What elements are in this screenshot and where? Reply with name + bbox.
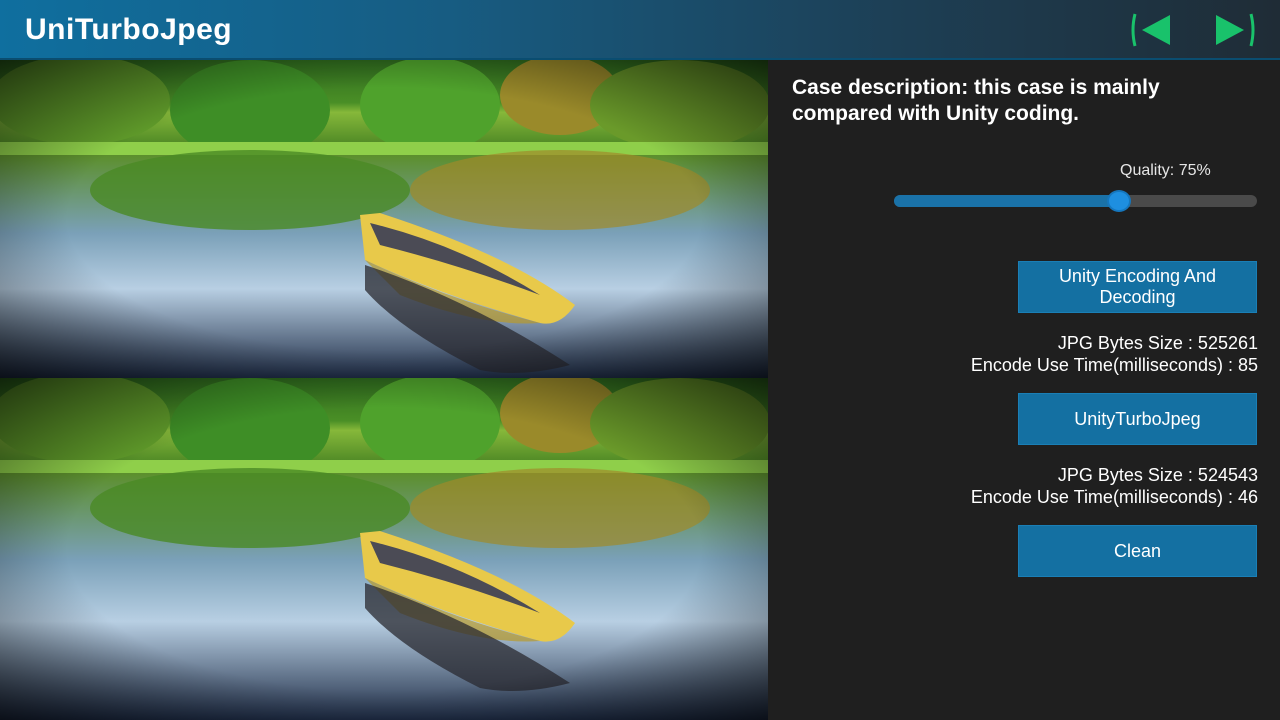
- unity-encode-time: Encode Use Time(milliseconds) : 85: [970, 355, 1258, 375]
- unity-stats: JPG Bytes Size : 525261 Encode Use Time(…: [778, 332, 1258, 376]
- control-panel: Case description: this case is mainly co…: [768, 60, 1280, 720]
- slider-fill: [894, 195, 1120, 207]
- turbojpeg-encode-time: Encode Use Time(milliseconds) : 46: [970, 487, 1258, 507]
- turbojpeg-jpg-bytes-size: JPG Bytes Size : 524543: [1057, 465, 1258, 485]
- previous-button[interactable]: [1130, 11, 1176, 49]
- quality-label: Quality: 75%: [1120, 162, 1211, 179]
- clean-button[interactable]: Clean: [1018, 525, 1257, 577]
- unity-encoding-decoding-button[interactable]: Unity Encoding And Decoding: [1018, 261, 1257, 313]
- case-description: Case description: this case is mainly co…: [792, 76, 1160, 125]
- turbojpeg-stats: JPG Bytes Size : 524543 Encode Use Time(…: [778, 464, 1258, 508]
- app-title: UniTurboJpeg: [25, 13, 233, 46]
- unity-jpg-bytes-size: JPG Bytes Size : 525261: [1057, 333, 1258, 353]
- encoded-image-unity: [0, 60, 768, 378]
- header-bar: UniTurboJpeg: [0, 0, 1280, 60]
- quality-slider[interactable]: [894, 190, 1257, 212]
- encoded-image-turbojpeg: [0, 378, 768, 720]
- next-button[interactable]: [1210, 11, 1256, 49]
- image-comparison-area: [0, 60, 768, 720]
- slider-handle[interactable]: [1107, 190, 1132, 212]
- triangle-left-icon: [1131, 13, 1170, 47]
- triangle-right-icon: [1216, 13, 1255, 47]
- unity-turbojpeg-button[interactable]: UnityTurboJpeg: [1018, 393, 1257, 445]
